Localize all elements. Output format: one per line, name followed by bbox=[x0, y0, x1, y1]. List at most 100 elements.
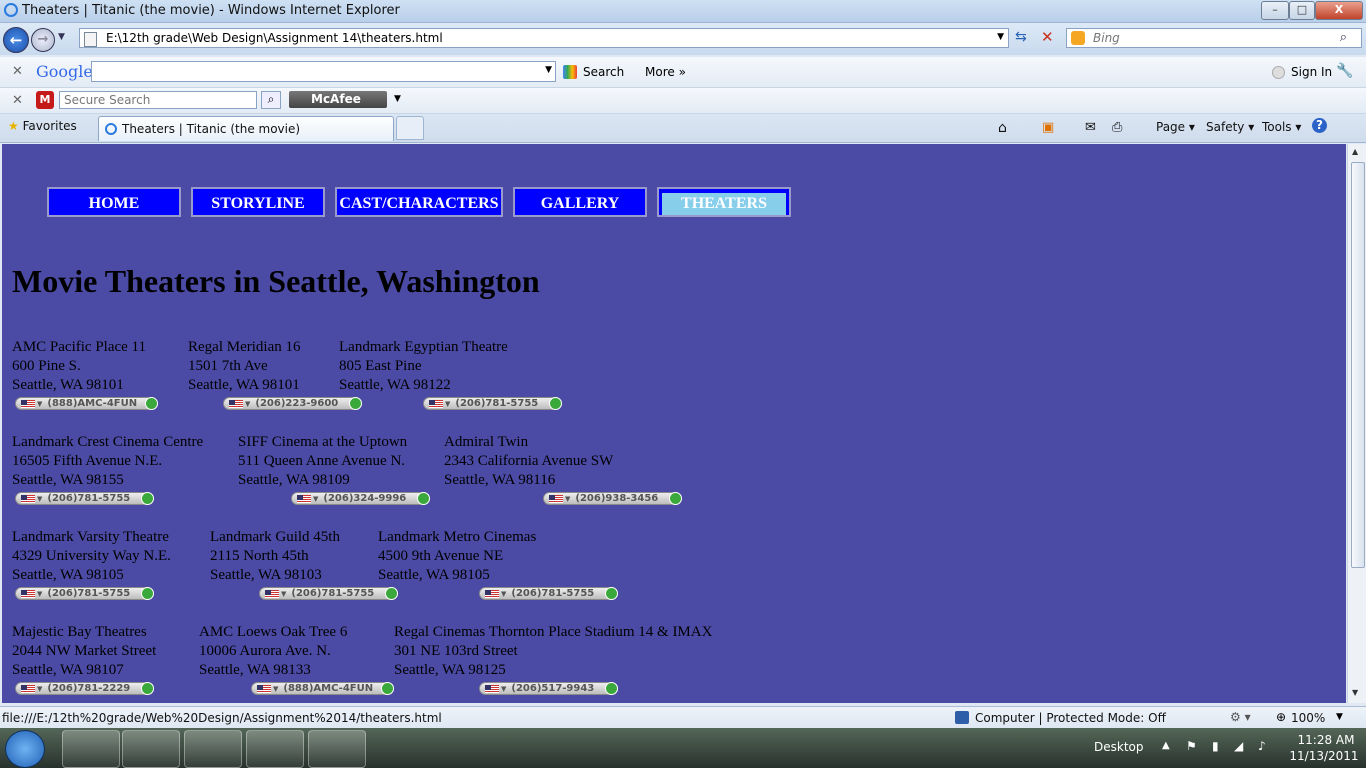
close-mcafee-toolbar-icon[interactable]: ✕ bbox=[12, 93, 23, 108]
close-button[interactable]: X bbox=[1315, 1, 1363, 20]
page-menu[interactable]: Page ▾ bbox=[1156, 120, 1195, 134]
phone-widget[interactable]: ▼ (206)517-9943 bbox=[479, 682, 618, 695]
recent-pages-chevron-icon[interactable]: ▼ bbox=[58, 32, 65, 42]
feeds-icon[interactable]: ▣ bbox=[1042, 120, 1054, 135]
protected-mode-icon[interactable]: ⚙ ▾ bbox=[1230, 710, 1251, 724]
call-icon[interactable] bbox=[605, 682, 618, 695]
mcafee-toolbar: ✕ M Secure Search ⌕ McAfee ▼ bbox=[0, 88, 1366, 114]
zoom-icon: ⊕ bbox=[1276, 710, 1287, 724]
phone-widget[interactable]: ▼ (206)781-5755 bbox=[15, 587, 154, 600]
mail-icon[interactable]: ✉ bbox=[1085, 120, 1096, 135]
close-toolbar-icon[interactable]: ✕ bbox=[12, 64, 23, 79]
phone-widget[interactable]: ▼ (206)781-2229 bbox=[15, 682, 154, 695]
call-icon[interactable] bbox=[549, 397, 562, 410]
zoom-level[interactable]: 100% bbox=[1291, 711, 1325, 725]
nav-cast-characters[interactable]: CAST/CHARACTERS bbox=[335, 187, 503, 217]
clock-date[interactable]: 11/13/2011 bbox=[1286, 749, 1362, 763]
secure-search-input[interactable]: Secure Search bbox=[59, 91, 257, 109]
bing-search-input[interactable]: Bing ⌕ bbox=[1066, 28, 1362, 48]
taskbar-explorer-icon[interactable] bbox=[122, 730, 180, 768]
call-icon[interactable] bbox=[141, 492, 154, 505]
nav-home[interactable]: HOME bbox=[47, 187, 181, 217]
taskbar-sticky-notes-icon[interactable] bbox=[246, 730, 304, 768]
windows-taskbar: Desktop ▲ ⚑ ▮ ◢ ♪ 11:28 AM 11/13/2011 bbox=[0, 728, 1366, 768]
theater-card: Landmark Egyptian Theatre 805 East Pine … bbox=[339, 338, 508, 395]
print-icon[interactable]: ⎙ bbox=[1112, 120, 1122, 135]
taskbar-media-player-icon[interactable] bbox=[184, 730, 242, 768]
taskbar-paint-icon[interactable] bbox=[308, 730, 366, 768]
us-flag-icon bbox=[429, 400, 443, 408]
refresh-icon[interactable]: ⇆ bbox=[1015, 29, 1027, 45]
nav-theaters[interactable]: THEATERS bbox=[657, 187, 791, 217]
volume-icon[interactable]: ♪ bbox=[1258, 739, 1266, 753]
call-icon[interactable] bbox=[349, 397, 362, 410]
call-icon[interactable] bbox=[381, 682, 394, 695]
tray-expand-icon[interactable]: ▲ bbox=[1162, 740, 1170, 751]
theater-card: Majestic Bay Theatres 2044 NW Market Str… bbox=[12, 623, 156, 680]
phone-widget[interactable]: ▼ (888)AMC-4FUN bbox=[15, 397, 158, 410]
scroll-thumb[interactable] bbox=[1351, 162, 1365, 568]
google-sign-in-link[interactable]: Sign In bbox=[1291, 65, 1332, 79]
home-icon[interactable]: ⌂ bbox=[998, 120, 1007, 136]
theater-name: Landmark Varsity Theatre bbox=[12, 529, 169, 545]
google-dropdown-icon[interactable]: ▼ bbox=[545, 65, 552, 75]
theater-name: Majestic Bay Theatres bbox=[12, 624, 147, 640]
stop-icon[interactable]: ✕ bbox=[1041, 28, 1054, 46]
search-icon[interactable]: ⌕ bbox=[1340, 30, 1347, 45]
title-bar: Theaters | Titanic (the movie) - Windows… bbox=[0, 0, 1366, 23]
back-button[interactable]: ← bbox=[3, 27, 29, 53]
clock-time[interactable]: 11:28 AM bbox=[1290, 733, 1362, 747]
google-more-button[interactable]: More » bbox=[645, 65, 686, 79]
phone-widget[interactable]: ▼ (206)781-5755 bbox=[479, 587, 618, 600]
phone-widget[interactable]: ▼ (206)781-5755 bbox=[423, 397, 562, 410]
theater-card: Landmark Varsity Theatre 4329 University… bbox=[12, 528, 171, 585]
wrench-icon[interactable]: 🔧 bbox=[1336, 63, 1353, 79]
call-icon[interactable] bbox=[141, 587, 154, 600]
phone-widget[interactable]: ▼ (206)324-9996 bbox=[291, 492, 430, 505]
address-dropdown-icon[interactable]: ▼ bbox=[997, 32, 1004, 42]
phone-widget[interactable]: ▼ (888)AMC-4FUN bbox=[251, 682, 394, 695]
new-tab-button[interactable] bbox=[396, 116, 424, 140]
zoom-dropdown-icon[interactable]: ▼ bbox=[1336, 712, 1343, 722]
nav-storyline[interactable]: STORYLINE bbox=[191, 187, 325, 217]
taskbar-ie-icon[interactable] bbox=[62, 730, 120, 768]
tab-theaters[interactable]: Theaters | Titanic (the movie) bbox=[98, 116, 394, 141]
phone-widget[interactable]: ▼ (206)781-5755 bbox=[15, 492, 154, 505]
phone-widget[interactable]: ▼ (206)781-5755 bbox=[259, 587, 398, 600]
address-input[interactable]: E:\12th grade\Web Design\Assignment 14\t… bbox=[79, 28, 1009, 48]
call-icon[interactable] bbox=[417, 492, 430, 505]
forward-button[interactable]: → bbox=[31, 28, 55, 52]
mcafee-badge[interactable]: McAfee bbox=[289, 91, 387, 108]
phone-widget[interactable]: ▼ (206)938-3456 bbox=[543, 492, 682, 505]
scroll-down-icon[interactable]: ▼ bbox=[1352, 688, 1358, 697]
us-flag-icon bbox=[21, 590, 35, 598]
mcafee-dropdown-icon[interactable]: ▼ bbox=[394, 94, 401, 104]
help-icon[interactable]: ? bbox=[1312, 118, 1327, 133]
phone-number: (206)781-2229 bbox=[47, 683, 131, 694]
call-icon[interactable] bbox=[605, 587, 618, 600]
favorites-button[interactable]: ★ Favorites bbox=[8, 119, 77, 133]
call-icon[interactable] bbox=[385, 587, 398, 600]
phone-widget[interactable]: ▼ (206)223-9600 bbox=[223, 397, 362, 410]
battery-icon[interactable]: ▮ bbox=[1212, 739, 1219, 753]
google-search-input[interactable]: ▼ bbox=[91, 61, 556, 82]
call-icon[interactable] bbox=[145, 397, 158, 410]
favorites-label: Favorites bbox=[22, 119, 77, 133]
google-search-button[interactable]: Search bbox=[583, 65, 624, 79]
scroll-up-icon[interactable]: ▲ bbox=[1352, 147, 1358, 156]
tools-menu[interactable]: Tools ▾ bbox=[1262, 120, 1301, 134]
start-button[interactable] bbox=[5, 730, 45, 768]
network-icon[interactable]: ◢ bbox=[1234, 739, 1243, 753]
theater-city: Seattle, WA 98103 bbox=[210, 567, 322, 583]
nav-gallery[interactable]: GALLERY bbox=[513, 187, 647, 217]
minimize-button[interactable]: – bbox=[1261, 1, 1289, 20]
safety-menu[interactable]: Safety ▾ bbox=[1206, 120, 1254, 134]
action-center-flag-icon[interactable]: ⚑ bbox=[1186, 739, 1197, 753]
maximize-button[interactable]: □ bbox=[1289, 1, 1315, 20]
desktop-toolbar-label[interactable]: Desktop bbox=[1094, 740, 1144, 754]
secure-search-button[interactable]: ⌕ bbox=[261, 91, 281, 109]
call-icon[interactable] bbox=[669, 492, 682, 505]
vertical-scrollbar[interactable]: ▲ ▼ bbox=[1347, 144, 1366, 703]
security-zone[interactable]: Computer | Protected Mode: Off bbox=[975, 711, 1166, 725]
call-icon[interactable] bbox=[141, 682, 154, 695]
